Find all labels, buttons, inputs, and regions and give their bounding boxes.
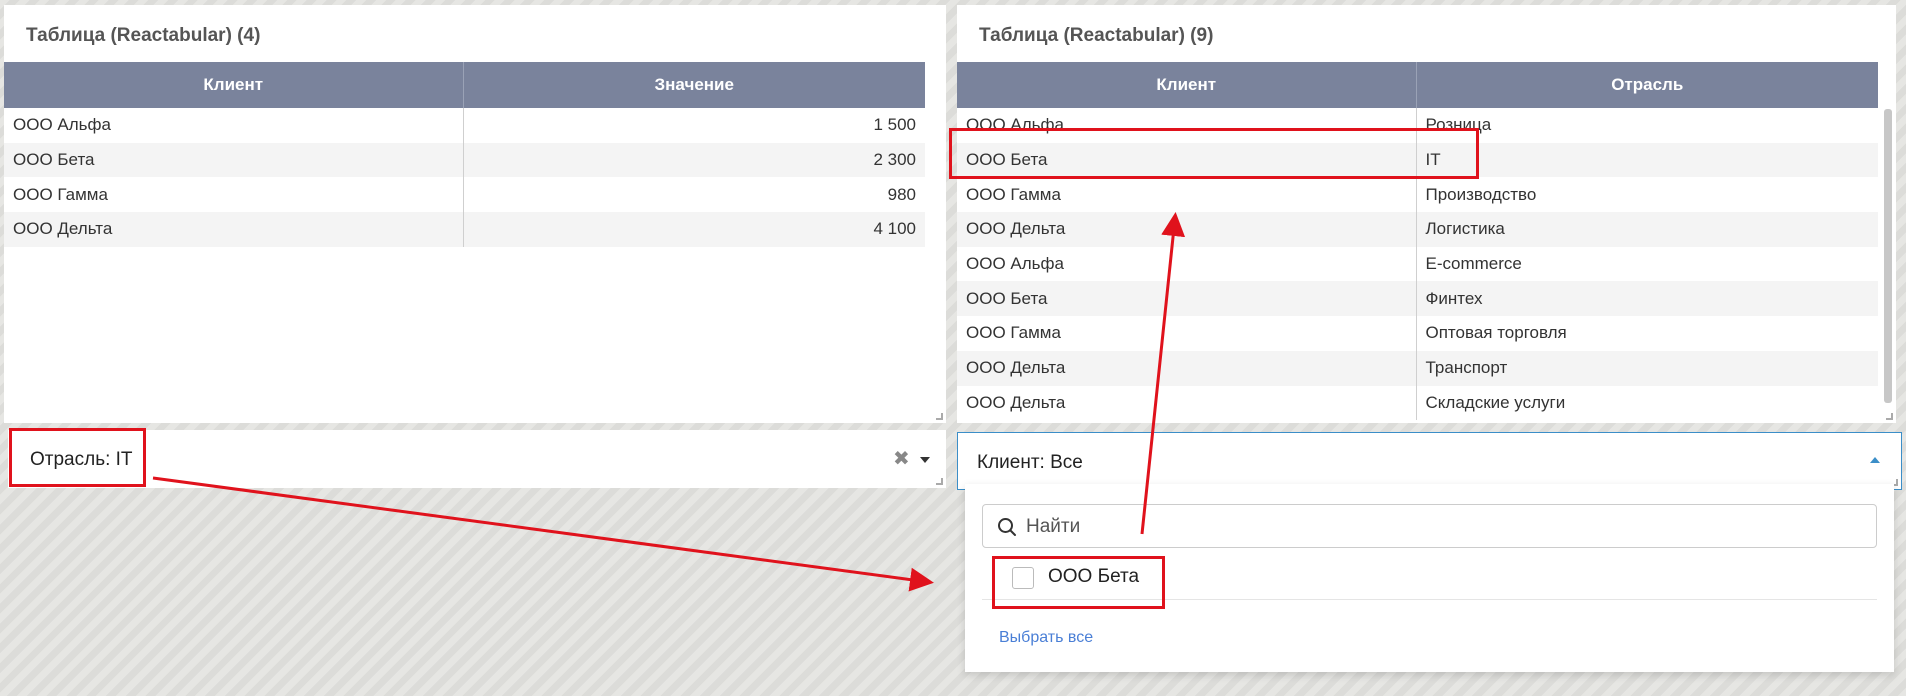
arrow-filter-to-option xyxy=(152,476,934,592)
arrow-search-to-row xyxy=(1140,212,1186,535)
annotation-arrows xyxy=(152,212,1186,592)
